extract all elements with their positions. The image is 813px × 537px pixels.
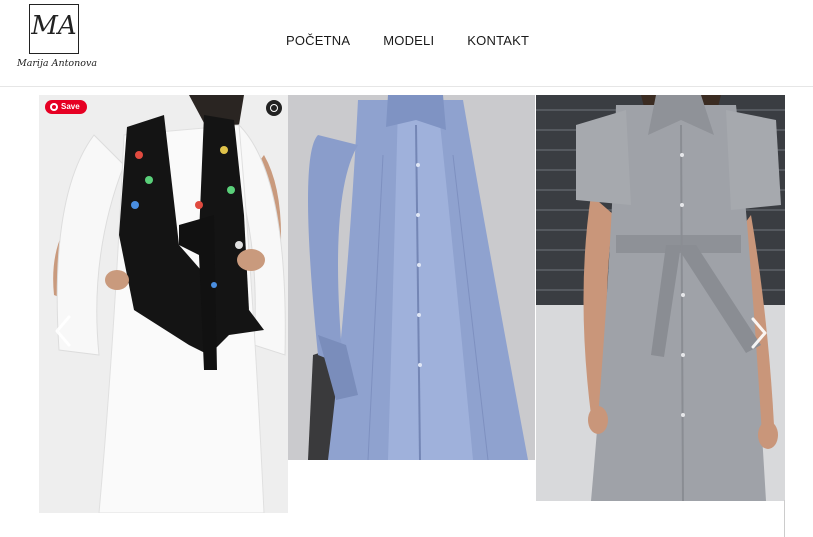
carousel-next-button[interactable] (747, 315, 771, 351)
carousel-photo-1[interactable]: Save (39, 95, 288, 513)
carousel-photo-3[interactable] (536, 95, 785, 501)
nav-item-pocetna[interactable]: POČETNA (286, 33, 350, 48)
chevron-left-icon (55, 315, 71, 347)
logo-box: MA (29, 4, 79, 54)
main-nav: POČETNA MODELI KONTAKT (286, 33, 529, 48)
pin-label: Save (61, 102, 80, 111)
nav-item-modeli[interactable]: MODELI (383, 33, 434, 48)
photo-carousel: Save (39, 95, 785, 537)
nav-item-kontakt[interactable]: KONTAKT (467, 33, 529, 48)
zoom-icon[interactable] (266, 100, 282, 116)
site-header: MA Marija Antonova POČETNA MODELI KONTAK… (0, 0, 813, 87)
divider (784, 500, 785, 537)
logo[interactable]: MA Marija Antonova (12, 4, 102, 78)
logo-name: Marija Antonova (17, 58, 97, 69)
pinterest-save-button[interactable]: Save (45, 100, 87, 114)
logo-monogram: MA (31, 11, 77, 41)
pinterest-icon (50, 103, 58, 111)
carousel-photo-2[interactable] (288, 95, 535, 460)
chevron-right-icon (751, 317, 767, 349)
carousel-prev-button[interactable] (51, 313, 75, 349)
